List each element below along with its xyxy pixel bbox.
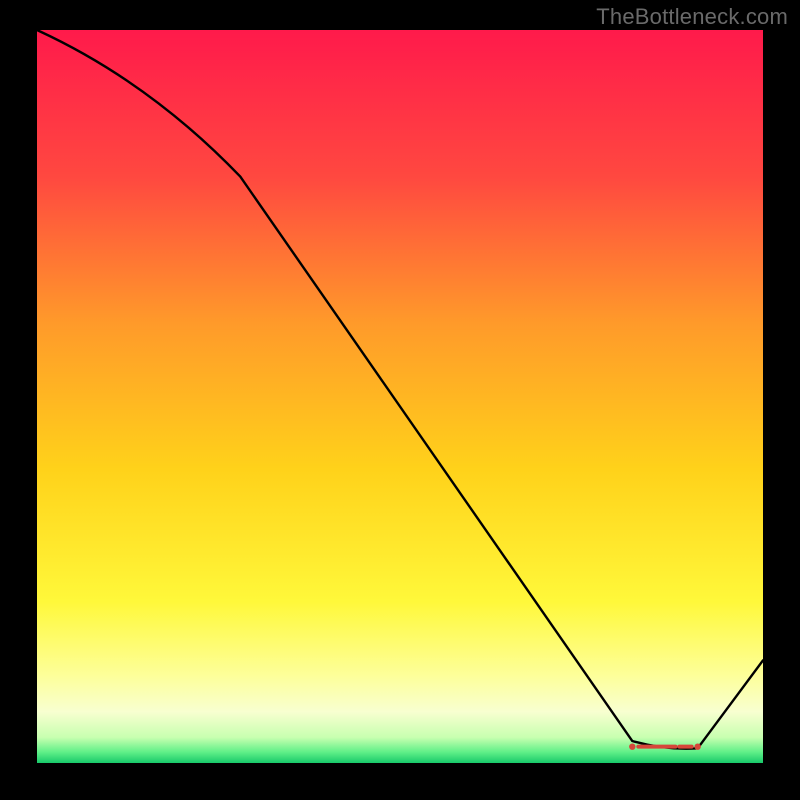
- valley-marker-dot: [629, 743, 635, 749]
- watermark-text: TheBottleneck.com: [596, 4, 788, 30]
- bottleneck-chart: [37, 30, 763, 763]
- chart-background: [37, 30, 763, 763]
- chart-svg: [37, 30, 763, 763]
- chart-frame: TheBottleneck.com: [0, 0, 800, 800]
- valley-marker-dot: [694, 743, 700, 749]
